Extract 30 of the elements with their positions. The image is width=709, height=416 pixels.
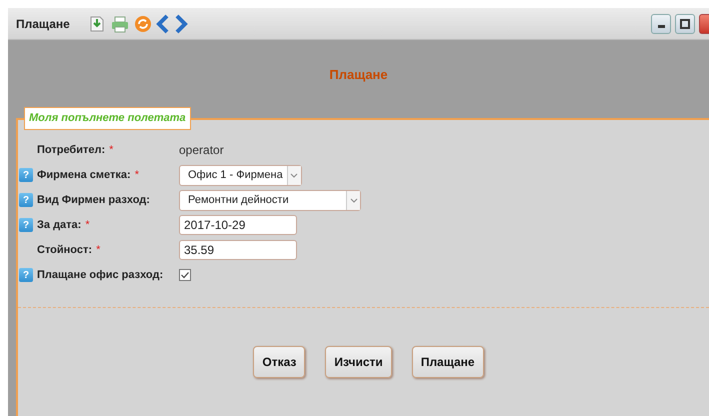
form-button[interactable]: Плащане bbox=[412, 346, 484, 378]
refresh-icon[interactable] bbox=[134, 14, 152, 32]
minimize-button[interactable] bbox=[651, 14, 671, 34]
field-value: operator bbox=[179, 142, 224, 159]
required-mark: * bbox=[109, 142, 114, 158]
caret-icon bbox=[346, 190, 360, 210]
checkbox[interactable] bbox=[179, 269, 191, 281]
form-legend: Моля попълнете полетата bbox=[24, 107, 191, 130]
printer-icon[interactable] bbox=[110, 14, 130, 32]
caret-icon bbox=[286, 166, 301, 184]
dropdown[interactable]: Офис 1 - Фирмена bbox=[179, 164, 302, 186]
window-title: Плащане bbox=[16, 16, 70, 32]
field-label: Плащане офис разход: bbox=[37, 268, 164, 283]
form-button[interactable]: Отказ bbox=[253, 346, 306, 378]
field-label: Фирмена сметка: bbox=[37, 168, 131, 183]
field-label: Потребител: bbox=[37, 142, 106, 158]
dropdown[interactable]: Ремонтни дейности bbox=[179, 190, 361, 210]
download-document-icon[interactable] bbox=[88, 14, 106, 32]
close-button[interactable] bbox=[699, 14, 709, 34]
input-field[interactable]: 2017-10-29 bbox=[179, 215, 297, 235]
required-mark: * bbox=[134, 168, 139, 183]
input-field[interactable]: 35.59 bbox=[179, 240, 297, 260]
field-label: За дата: bbox=[37, 218, 82, 233]
maximize-button[interactable] bbox=[675, 14, 695, 34]
form-button[interactable]: Изчисти bbox=[325, 346, 392, 378]
field-label: Стойност: bbox=[37, 242, 92, 258]
required-mark: * bbox=[96, 242, 100, 258]
field-label: Вид Фирмен разход: bbox=[37, 192, 150, 208]
page-title: Плащане bbox=[329, 66, 388, 84]
required-mark: * bbox=[85, 218, 90, 233]
